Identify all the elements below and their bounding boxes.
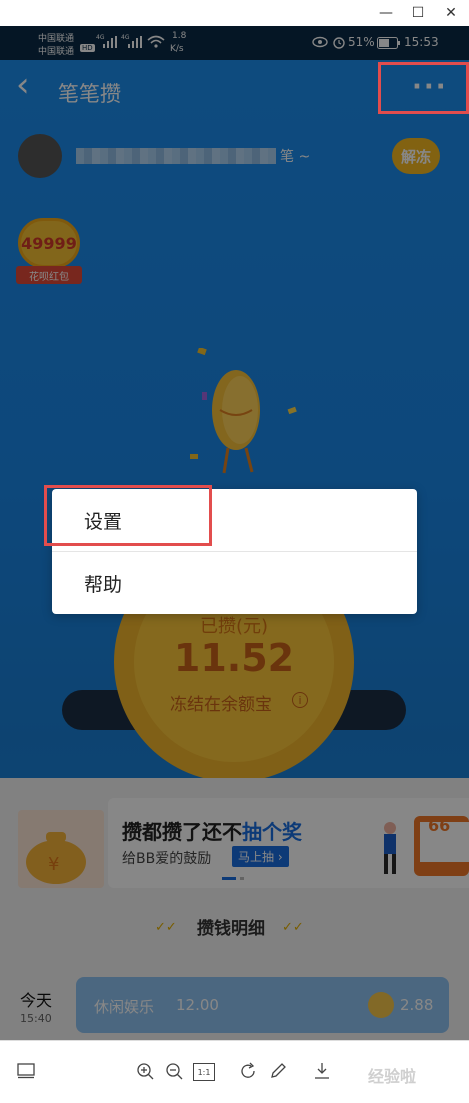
viewer-toolbar: 1:1 经验啦 — [0, 1040, 469, 1103]
window-titlebar: — ☐ ✕ — [0, 0, 469, 26]
thumbnail-icon[interactable] — [14, 1059, 38, 1083]
watermark-logo: 经验啦 — [368, 1067, 417, 1086]
highlight-more-options — [378, 62, 469, 114]
menu-item-help[interactable]: 帮助 — [52, 552, 417, 614]
actual-size-button[interactable]: 1:1 — [193, 1063, 215, 1081]
minimize-button[interactable]: — — [368, 0, 404, 26]
close-button[interactable]: ✕ — [433, 0, 469, 26]
highlight-settings — [44, 485, 212, 546]
zoom-in-icon[interactable] — [133, 1059, 157, 1083]
rotate-icon[interactable] — [236, 1059, 260, 1083]
download-icon[interactable] — [310, 1059, 334, 1083]
phone-screen: 中国联通 中国联通 HD 4G 4G 1.8 K/s 51% 15:53 ‹ 笔… — [0, 26, 469, 1040]
zoom-out-icon[interactable] — [162, 1059, 186, 1083]
maximize-button[interactable]: ☐ — [400, 0, 436, 26]
edit-icon[interactable] — [266, 1059, 290, 1083]
